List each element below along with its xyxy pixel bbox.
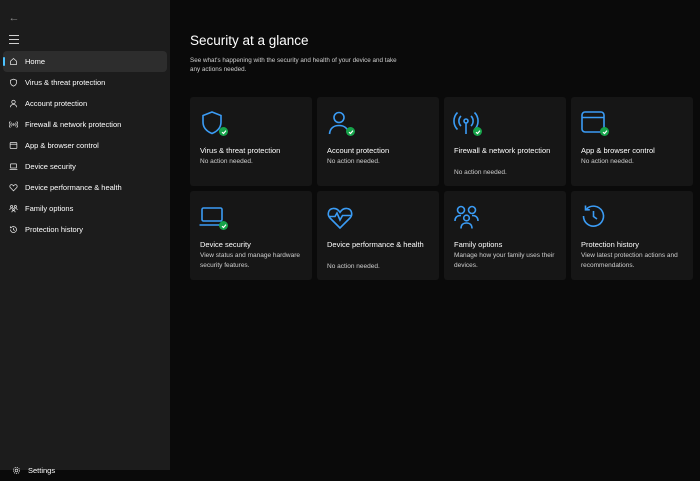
sidebar-item-protection-history[interactable]: Protection history [3,219,167,240]
card-device-security[interactable]: Device security View status and manage h… [190,191,312,280]
card-virus-threat-protection[interactable]: Virus & threat protection No action need… [190,97,312,186]
laptop-icon [199,203,228,231]
card-title: Firewall & network protection [454,146,551,155]
sidebar-item-label: Protection history [25,225,83,234]
sidebar-item-home[interactable]: Home [3,51,167,72]
card-title: Family options [454,240,503,249]
heartbeat-icon [326,203,354,231]
page-title: Security at a glance [190,33,309,48]
card-title: Account protection [327,146,390,155]
sidebar-item-label: Virus & threat protection [25,78,106,87]
check-icon [219,127,228,136]
wifi-icon [453,109,482,137]
page-subtitle: See what's happening with the security a… [190,57,397,73]
card-app-browser-control[interactable]: App & browser control No action needed. [571,97,693,186]
sidebar-item-virus-threat-protection[interactable]: Virus & threat protection [3,72,167,93]
sidebar-nav: Home Virus & threat protection Account p… [0,51,170,240]
card-description: No action needed. [454,169,507,176]
sidebar-item-label: Family options [25,204,74,213]
card-description: View status and manage hardware security… [200,252,300,269]
sidebar-item-label: Home [25,57,46,66]
sidebar-item-device-performance-health[interactable]: Device performance & health [3,177,167,198]
card-device-performance-health[interactable]: Device performance & health No action ne… [317,191,439,280]
history-icon [580,203,608,231]
check-icon [346,127,355,136]
sidebar: ← Home Virus & threat protection Account… [0,0,170,475]
card-description: No action needed. [327,158,380,165]
shield-icon [9,78,18,87]
card-title: Device performance & health [327,240,424,249]
check-icon [600,127,609,136]
sidebar-item-firewall-network-protection[interactable]: Firewall & network protection [3,114,167,135]
check-icon [473,127,482,136]
sidebar-item-device-security[interactable]: Device security [3,156,167,177]
sidebar-item-label: Settings [28,466,56,475]
card-description: No action needed. [581,158,634,165]
sidebar-item-account-protection[interactable]: Account protection [3,93,167,114]
card-description: Manage how your family uses their device… [454,252,555,269]
sidebar-item-settings[interactable]: Settings [6,460,170,481]
wifi-icon [9,120,18,129]
card-title: Virus & threat protection [200,146,281,155]
card-description: View latest protection actions and recom… [581,252,678,269]
sidebar-item-family-options[interactable]: Family options [3,198,167,219]
card-title: App & browser control [581,146,655,155]
family-icon [453,203,481,231]
sidebar-item-label: Device performance & health [25,183,122,192]
family-icon [9,204,18,213]
main-content: Security at a glance See what's happenin… [170,0,700,470]
laptop-icon [9,162,18,171]
sidebar-item-label: Device security [25,162,76,171]
person-icon [326,109,355,137]
heart-icon [9,183,18,192]
card-account-protection[interactable]: Account protection No action needed. [317,97,439,186]
check-icon [219,221,228,230]
sidebar-item-app-browser-control[interactable]: App & browser control [3,135,167,156]
card-description: No action needed. [200,158,253,165]
card-family-options[interactable]: Family options Manage how your family us… [444,191,566,280]
app-window-icon [580,109,609,137]
card-description: No action needed. [327,263,380,270]
person-icon [9,99,18,108]
card-protection-history[interactable]: Protection history View latest protectio… [571,191,693,280]
history-icon [9,225,18,234]
sidebar-item-label: Account protection [25,99,88,108]
hamburger-menu-icon[interactable] [6,32,22,48]
sidebar-item-label: App & browser control [25,141,99,150]
sidebar-item-label: Firewall & network protection [25,120,122,129]
gear-icon [12,466,21,475]
app-window-icon [9,141,18,150]
card-title: Protection history [581,240,639,249]
card-title: Device security [200,240,251,249]
card-firewall-network-protection[interactable]: Firewall & network protection No action … [444,97,566,186]
back-arrow-icon[interactable]: ← [6,10,22,26]
home-icon [9,57,18,66]
shield-icon [199,109,228,137]
